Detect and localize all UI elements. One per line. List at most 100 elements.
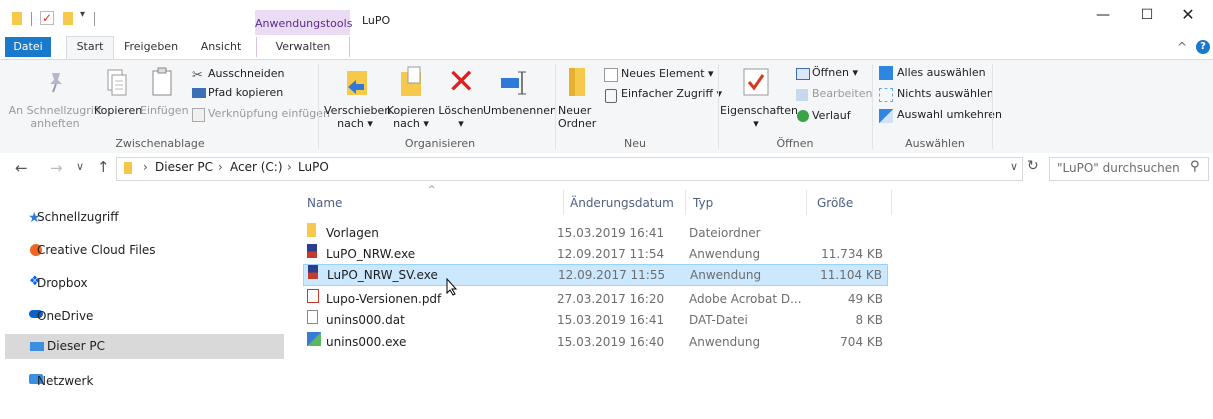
rename-icon <box>500 70 530 99</box>
nav-item-network[interactable]: Netzwerk <box>9 370 269 392</box>
column-header-date[interactable]: Änderungsdatum <box>570 196 674 210</box>
file-row[interactable]: Lupo-Versionen.pdf 27.03.2017 16:20 Adob… <box>303 289 888 309</box>
properties-dropdown-icon: ▾ <box>753 117 759 130</box>
move-to-icon <box>344 67 370 102</box>
edit-icon <box>796 89 808 101</box>
close-button[interactable]: ✕ <box>1165 0 1211 30</box>
folder-icon <box>307 223 316 237</box>
file-row[interactable]: LuPO_NRW.exe 12.09.2017 11:54 Anwendung … <box>303 244 888 264</box>
nav-item-onedrive[interactable]: OneDrive <box>9 305 269 327</box>
file-row[interactable]: unins000.dat 15.03.2019 16:41 DAT-Datei … <box>303 310 888 330</box>
file-type: DAT-Datei <box>689 313 748 327</box>
select-all-icon <box>879 66 893 80</box>
history-icon <box>797 110 809 122</box>
address-folder-icon <box>124 162 132 174</box>
delete-dropdown-icon: ▾ <box>458 117 464 130</box>
properties-icon <box>742 66 770 101</box>
file-date: 12.09.2017 11:55 <box>558 268 666 282</box>
search-icon[interactable]: ⚲ <box>1190 159 1200 174</box>
select-none-icon <box>879 88 893 102</box>
tab-datei[interactable]: Datei <box>5 37 51 57</box>
tab-verwalten[interactable]: Verwalten <box>256 37 350 57</box>
pc-monitor-icon <box>30 342 44 351</box>
pin-quick-access-button[interactable]: An Schnellzugriff anheften <box>8 104 102 130</box>
file-date: 15.03.2019 16:40 <box>557 335 665 349</box>
breadcrumb-separator-icon: › <box>143 160 148 174</box>
copy-path-button[interactable]: Pfad kopieren <box>208 85 283 101</box>
qat-separator <box>31 12 32 26</box>
copy-to-button[interactable]: Kopieren nach ▾ <box>386 104 436 130</box>
properties-button[interactable]: Eigenschaften ▾ <box>720 104 798 130</box>
address-dropdown-icon[interactable]: ∨ <box>1010 160 1018 173</box>
open-button[interactable]: Öffnen ▾ <box>812 65 858 81</box>
nav-item-label: Dropbox <box>37 276 88 290</box>
breadcrumb-acer-c[interactable]: Acer (C:) <box>230 160 283 174</box>
invert-selection-button[interactable]: Auswahl umkehren <box>897 107 1002 123</box>
breadcrumb-lupo[interactable]: LuPO <box>298 160 329 174</box>
nav-item-quick-access[interactable]: Schnellzugriff <box>9 206 269 228</box>
column-divider <box>806 190 807 215</box>
select-all-button[interactable]: Alles auswählen <box>897 65 986 81</box>
rename-button[interactable]: Umbenennen <box>483 104 557 117</box>
up-arrow-icon[interactable]: ↑ <box>97 158 110 176</box>
qat-dropdown-icon[interactable]: ▾ <box>80 9 85 20</box>
new-item-button[interactable]: Neues Element ▾ <box>621 66 714 82</box>
group-separator <box>555 64 556 149</box>
nav-item-label: Schnellzugriff <box>37 210 119 224</box>
search-input[interactable]: "LuPO" durchsuchen <box>1057 161 1180 175</box>
tab-start[interactable]: Start <box>66 36 114 59</box>
move-to-button[interactable]: Verschieben nach ▾ <box>324 104 391 130</box>
maximize-button[interactable]: ☐ <box>1124 0 1170 30</box>
column-divider <box>563 190 564 215</box>
file-name: LuPO_NRW.exe <box>326 247 416 261</box>
file-row[interactable]: unins000.exe 15.03.2019 16:40 Anwendung … <box>303 332 888 352</box>
new-folder-button[interactable]: Neuer Ordner <box>558 104 600 130</box>
new-item-icon <box>604 68 618 82</box>
back-arrow-icon[interactable]: ← <box>15 159 28 177</box>
delete-button[interactable]: Löschen ▾ <box>438 104 484 130</box>
tab-freigeben[interactable]: Freigeben <box>121 37 181 57</box>
help-icon[interactable]: ? <box>1196 40 1210 54</box>
ribbon-collapse-icon[interactable]: ^ <box>1177 40 1187 54</box>
paste-button[interactable]: Einfügen <box>140 104 189 117</box>
title-bar <box>0 0 1213 35</box>
history-button[interactable]: Verlauf <box>812 108 851 124</box>
file-type: Dateiordner <box>689 226 761 240</box>
paste-shortcut-button[interactable]: Verknüpfung einfügen <box>208 106 330 122</box>
breadcrumb-dieser-pc[interactable]: Dieser PC <box>155 160 213 174</box>
delete-label: Löschen <box>438 104 484 117</box>
column-header-name[interactable]: Name <box>307 196 342 210</box>
recent-locations-chevron-icon[interactable]: ∨ <box>76 160 84 173</box>
qat-separator <box>94 12 95 26</box>
column-header-type[interactable]: Typ <box>693 196 713 210</box>
file-row[interactable]: Vorlagen 15.03.2019 16:41 Dateiordner <box>303 223 888 243</box>
column-header-size[interactable]: Größe <box>817 196 853 210</box>
forward-arrow-icon[interactable]: → <box>50 159 63 177</box>
breadcrumb-separator-icon: › <box>287 160 292 174</box>
nav-item-dropbox[interactable]: Dropbox <box>9 272 269 294</box>
nav-item-creative-cloud[interactable]: Creative Cloud Files <box>9 239 269 261</box>
copy-path-icon <box>192 88 206 98</box>
nav-item-this-pc[interactable]: Dieser PC <box>5 334 284 359</box>
file-size: 11.104 KB <box>820 268 882 282</box>
select-none-button[interactable]: Nichts auswählen <box>897 86 994 102</box>
invert-selection-icon <box>879 109 893 123</box>
cut-button[interactable]: Ausschneiden <box>208 66 285 82</box>
pin-icon <box>44 70 68 94</box>
file-row-selected[interactable]: LuPO_NRW_SV.exe 12.09.2017 11:55 Anwendu… <box>303 264 888 286</box>
tab-ansicht[interactable]: Ansicht <box>196 37 246 57</box>
new-folder-icon[interactable] <box>63 12 73 25</box>
copy-to-line2: nach ▾ <box>393 117 429 130</box>
properties-check-icon[interactable]: ✓ <box>40 11 54 25</box>
refresh-icon[interactable]: ↻ <box>1027 158 1039 174</box>
file-name: LuPO_NRW_SV.exe <box>327 268 438 282</box>
minimize-button[interactable]: — <box>1080 0 1126 30</box>
move-to-line2: nach ▾ <box>337 117 373 130</box>
easy-access-button[interactable]: Einfacher Zugriff ▾ <box>621 86 722 102</box>
sort-ascending-icon: ^ <box>428 185 436 195</box>
file-type: Anwendung <box>689 247 761 261</box>
edit-button[interactable]: Bearbeiten <box>812 86 872 102</box>
copy-button[interactable]: Kopieren <box>94 104 142 117</box>
file-type: Adobe Acrobat D... <box>689 292 802 306</box>
open-icon <box>796 68 810 80</box>
